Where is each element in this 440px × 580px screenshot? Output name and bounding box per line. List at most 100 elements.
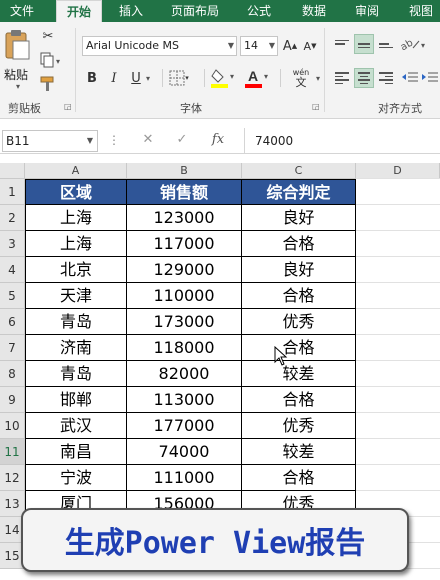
select-all-corner[interactable] (0, 163, 25, 179)
row-header[interactable]: 1 (0, 179, 25, 205)
phonetic-button[interactable]: wén 文 (286, 64, 316, 92)
table-cell[interactable]: 合格 (242, 231, 356, 257)
column-header[interactable]: C (242, 163, 356, 179)
font-color-button[interactable]: A ▾ (244, 66, 272, 90)
column-header[interactable]: D (356, 163, 440, 179)
row-header[interactable]: 10 (0, 413, 25, 439)
row-header[interactable]: 12 (0, 465, 25, 491)
table-cell[interactable]: 青岛 (25, 309, 127, 335)
table-cell[interactable]: 良好 (242, 257, 356, 283)
fill-color-button[interactable]: ▾ (210, 66, 238, 90)
table-header-cell[interactable]: 综合判定 (242, 179, 356, 205)
column-header[interactable]: B (127, 163, 242, 179)
row-header[interactable]: 9 (0, 387, 25, 413)
table-cell[interactable]: 优秀 (242, 309, 356, 335)
table-cell[interactable]: 合格 (242, 465, 356, 491)
table-cell[interactable]: 良好 (242, 205, 356, 231)
increase-indent-icon[interactable] (420, 68, 440, 88)
table-cell[interactable]: 天津 (25, 283, 127, 309)
table-header-cell[interactable]: 销售额 (127, 179, 242, 205)
confirm-icon[interactable]: ✓ (172, 132, 192, 150)
table-cell[interactable]: 较差 (242, 439, 356, 465)
table-cell[interactable]: 117000 (127, 231, 242, 257)
paste-dropdown-icon[interactable]: ▾ (16, 82, 20, 91)
row-header[interactable]: 6 (0, 309, 25, 335)
grow-font-button[interactable]: A ▲ (282, 36, 298, 56)
tab-view[interactable]: 视图 (402, 0, 440, 22)
tab-data[interactable]: 数据 (292, 0, 336, 22)
row-header[interactable]: 8 (0, 361, 25, 387)
tab-page-layout[interactable]: 页面布局 (160, 0, 230, 22)
name-box[interactable]: B11 ▼ (2, 130, 98, 152)
table-cell[interactable]: 武汉 (25, 413, 127, 439)
table-cell[interactable]: 合格 (242, 335, 356, 361)
table-cell[interactable]: 青岛 (25, 361, 127, 387)
table-cell[interactable]: 较差 (242, 361, 356, 387)
formula-input[interactable]: 74000 (244, 128, 440, 154)
tab-home[interactable]: 开始 (56, 0, 102, 22)
row-header[interactable]: 5 (0, 283, 25, 309)
table-cell[interactable]: 177000 (127, 413, 242, 439)
table-cell[interactable]: 邯郸 (25, 387, 127, 413)
gridline (356, 204, 440, 205)
table-cell[interactable]: 123000 (127, 205, 242, 231)
table-cell[interactable]: 110000 (127, 283, 242, 309)
table-cell[interactable]: 优秀 (242, 413, 356, 439)
cut-icon[interactable]: ✂ (38, 26, 58, 46)
table-cell[interactable]: 北京 (25, 257, 127, 283)
table-cell[interactable]: 上海 (25, 205, 127, 231)
font-size-combo[interactable]: 14 ▼ (240, 36, 278, 56)
table-cell[interactable]: 宁波 (25, 465, 127, 491)
chevron-down-icon[interactable]: ▾ (316, 74, 320, 83)
separator (280, 69, 281, 87)
align-left-icon[interactable] (332, 68, 352, 88)
table-cell[interactable]: 118000 (127, 335, 242, 361)
tab-review[interactable]: 审阅 (346, 0, 388, 22)
table-cell[interactable]: 113000 (127, 387, 242, 413)
chevron-down-icon: ▼ (227, 41, 234, 50)
table-cell[interactable]: 82000 (127, 361, 242, 387)
chevron-down-icon[interactable]: ▾ (146, 74, 150, 83)
table-cell[interactable]: 济南 (25, 335, 127, 361)
table-cell[interactable]: 南昌 (25, 439, 127, 465)
table-cell[interactable]: 129000 (127, 257, 242, 283)
tab-insert[interactable]: 插入 (110, 0, 152, 22)
table-cell[interactable]: 173000 (127, 309, 242, 335)
column-header[interactable]: A (25, 163, 127, 179)
tab-formulas[interactable]: 公式 (238, 0, 280, 22)
decrease-indent-icon[interactable] (400, 68, 420, 88)
bold-button[interactable]: B (84, 68, 100, 88)
align-center-icon[interactable] (354, 68, 374, 88)
align-middle-icon[interactable] (354, 34, 374, 54)
orientation-icon[interactable]: ab ▾ (400, 34, 428, 54)
table-cell[interactable]: 111000 (127, 465, 242, 491)
table-cell[interactable]: 合格 (242, 387, 356, 413)
table-cell[interactable]: 74000 (127, 439, 242, 465)
insert-function-icon[interactable]: fx (208, 132, 228, 150)
borders-button[interactable]: ▾ (168, 68, 190, 88)
row-header[interactable]: 7 (0, 335, 25, 361)
row-header[interactable]: 4 (0, 257, 25, 283)
align-right-icon[interactable] (376, 68, 396, 88)
underline-button[interactable]: U (128, 68, 144, 88)
italic-button[interactable]: I (106, 68, 122, 88)
row-header[interactable]: 2 (0, 205, 25, 231)
paste-button[interactable] (2, 28, 32, 62)
table-header-cell[interactable]: 区域 (25, 179, 127, 205)
more-options-icon[interactable]: ⋮ (108, 133, 120, 147)
cancel-icon[interactable]: ✕ (138, 132, 158, 150)
shrink-font-button[interactable]: A ▼ (302, 36, 318, 56)
name-box-value: B11 (6, 134, 30, 148)
tab-file[interactable]: 文件 (0, 0, 44, 22)
format-painter-icon[interactable] (38, 74, 58, 94)
align-top-icon[interactable] (332, 34, 352, 54)
row-header[interactable]: 11 (0, 439, 25, 465)
font-launcher-icon[interactable]: ◲ (312, 102, 320, 111)
row-header[interactable]: 3 (0, 231, 25, 257)
table-cell[interactable]: 上海 (25, 231, 127, 257)
align-bottom-icon[interactable] (376, 34, 396, 54)
clipboard-launcher-icon[interactable]: ◲ (64, 102, 72, 111)
copy-icon[interactable]: ▾ (38, 50, 64, 70)
table-cell[interactable]: 合格 (242, 283, 356, 309)
font-name-combo[interactable]: Arial Unicode MS ▼ (82, 36, 237, 56)
